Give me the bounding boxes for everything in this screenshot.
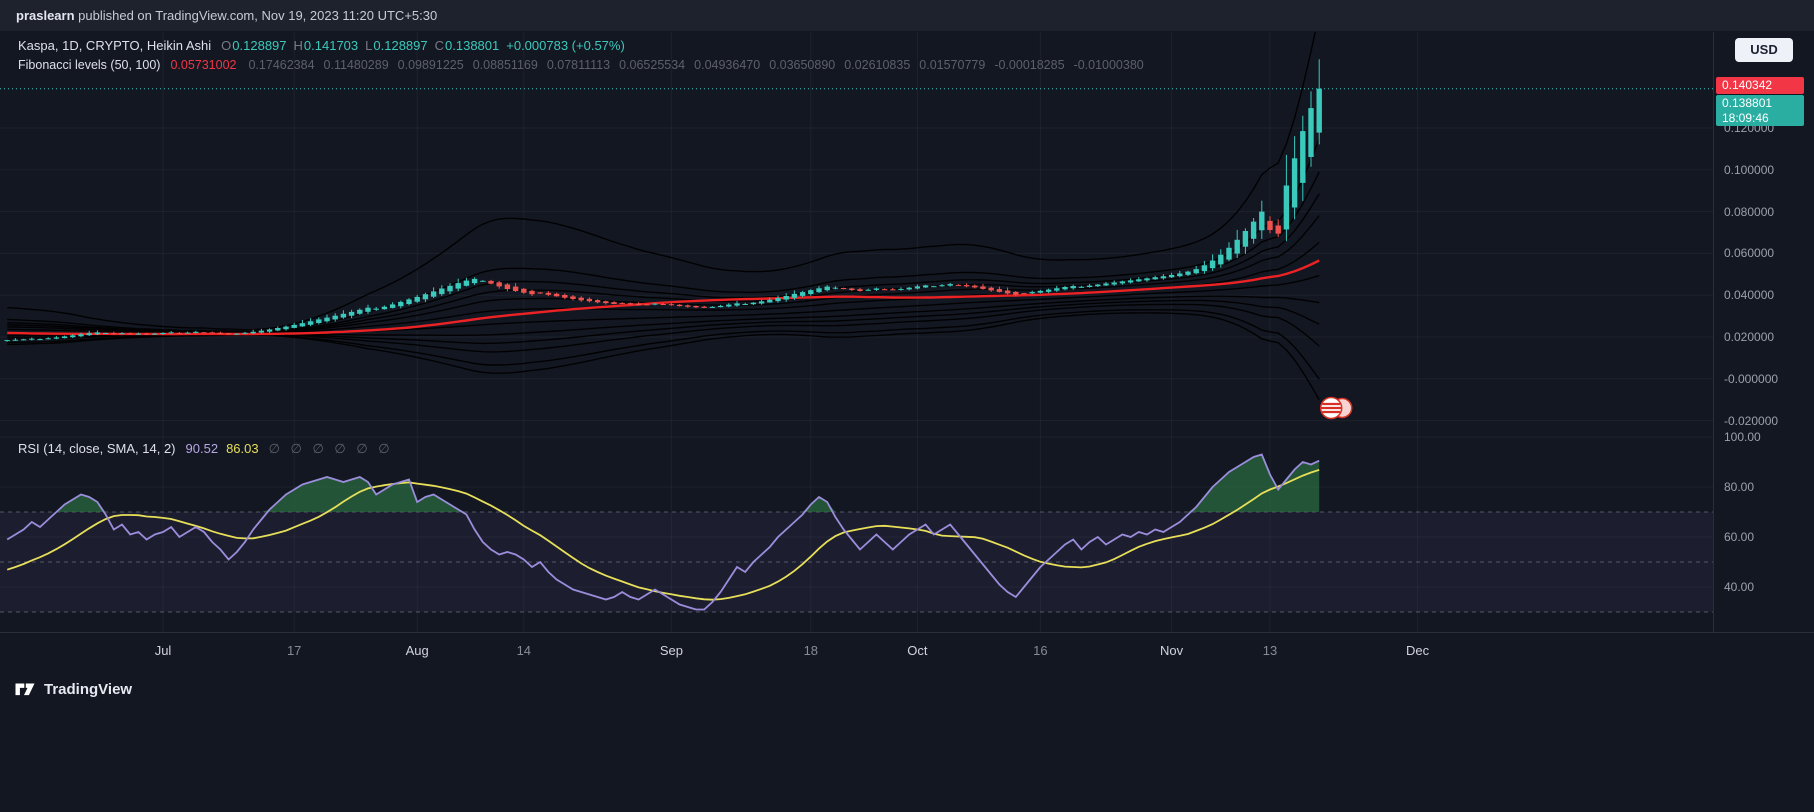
fibonacci-level-value: 0.17462384 — [248, 58, 314, 72]
ohlc-value: 0.128897 — [232, 38, 286, 53]
axis-label: 0.020000 — [1724, 330, 1774, 344]
fibonacci-legend: Fibonacci levels (50, 100) 0.05731002 0.17… — [18, 57, 1153, 72]
publish-bar-text: published on TradingView.com, Nov 19, 20… — [75, 8, 438, 23]
fibonacci-level-value: 0.02610835 — [844, 58, 910, 72]
publish-bar: praslearn published on TradingView.com, … — [0, 0, 1814, 32]
ohlc-value: 0.138801 — [445, 38, 499, 53]
fibonacci-level-value: 0.01570779 — [919, 58, 985, 72]
fibonacci-level-values: 0.17462384 0.11480289 0.09891225 0.08851169… — [248, 57, 1152, 72]
ohlc-label: C — [435, 38, 444, 53]
fibonacci-level-value: -0.00018285 — [994, 58, 1064, 72]
symbol-title[interactable]: Kaspa, 1D, CRYPTO, Heikin Ashi — [18, 38, 211, 53]
price-axis[interactable]: USD 0.1200000.1000000.0800000.0600000.04… — [1713, 32, 1814, 666]
time-axis[interactable]: Jul 17 Aug 14 Sep 18 Oct 16 Nov 13 Dec — [0, 632, 1814, 666]
fibonacci-level-value: 0.09891225 — [398, 58, 464, 72]
time-axis-month-label: Jul — [155, 643, 172, 658]
axis-label: 100.00 — [1724, 430, 1761, 444]
time-axis-day-label: 17 — [287, 643, 301, 658]
ohlc-label: H — [294, 38, 303, 53]
axis-label: 0.080000 — [1724, 205, 1774, 219]
bar-close-countdown: 18:09:46 — [1722, 111, 1798, 126]
fibonacci-level-value: 0.03650890 — [769, 58, 835, 72]
fibonacci-indicator-title[interactable]: Fibonacci levels (50, 100) — [18, 58, 160, 72]
ohlc-label: L — [365, 38, 372, 53]
chart-canvas[interactable] — [0, 0, 1713, 666]
fibonacci-level-value: -0.01000380 — [1074, 58, 1144, 72]
fibonacci-level-value: 0.08851169 — [473, 58, 538, 72]
publisher-username[interactable]: praslearn — [16, 8, 75, 23]
axis-label: 60.00 — [1724, 530, 1754, 544]
axis-label: -0.000000 — [1724, 372, 1778, 386]
axis-label: 0.060000 — [1724, 246, 1774, 260]
rsi-empty-values: ∅ ∅ ∅ ∅ ∅ ∅ — [269, 441, 390, 456]
axis-label: -0.020000 — [1724, 414, 1778, 428]
fibonacci-primary-value: 0.05731002 — [170, 58, 236, 72]
tradingview-brand[interactable]: TradingView — [14, 678, 132, 700]
tradingview-logo-icon — [14, 678, 36, 700]
price-change: +0.000783 (+0.57%) — [506, 38, 625, 53]
time-axis-month-label: Aug — [406, 643, 429, 658]
symbol-legend: Kaspa, 1D, CRYPTO, Heikin AshiO0.128897H… — [18, 38, 632, 53]
footer: TradingView — [0, 666, 1814, 812]
time-axis-month-label: Oct — [907, 643, 927, 658]
axis-label: 80.00 — [1724, 480, 1754, 494]
time-axis-day-label: 13 — [1263, 643, 1277, 658]
brand-text: TradingView — [44, 681, 132, 698]
rsi-overbought-fill — [7, 455, 1319, 513]
high-price-badge: 0.140342 — [1716, 77, 1804, 94]
fibonacci-level-value: 0.04936470 — [694, 58, 760, 72]
ohlc-label: O — [221, 38, 231, 53]
fibonacci-level-value: 0.07811113 — [547, 58, 610, 72]
indicator-watermark-icon — [1321, 398, 1352, 419]
last-price-value: 0.138801 — [1722, 96, 1798, 111]
time-axis-month-label: Dec — [1406, 643, 1429, 658]
time-axis-month-label: Nov — [1160, 643, 1183, 658]
ohlc-values: O0.128897H0.141703L0.128897C0.138801 — [221, 38, 506, 53]
time-axis-month-label: Sep — [660, 643, 683, 658]
rsi-value: 90.52 — [186, 441, 219, 456]
last-price-badge: 0.138801 18:09:46 — [1716, 95, 1804, 126]
rsi-legend: RSI (14, close, SMA, 14, 2) 90.52 86.03 ∅ ∅… — [18, 441, 390, 457]
axis-label: 0.040000 — [1724, 288, 1774, 302]
axis-label: 0.100000 — [1724, 163, 1774, 177]
fibonacci-level-value: 0.11480289 — [324, 58, 389, 72]
axis-label: 40.00 — [1724, 580, 1754, 594]
ma50-line — [7, 261, 1319, 335]
time-axis-day-label: 14 — [517, 643, 531, 658]
rsi-indicator-title[interactable]: RSI (14, close, SMA, 14, 2) — [18, 441, 176, 456]
time-axis-day-label: 16 — [1033, 643, 1047, 658]
ohlc-value: 0.128897 — [373, 38, 427, 53]
currency-toggle-button[interactable]: USD — [1735, 38, 1793, 62]
ohlc-value: 0.141703 — [304, 38, 358, 53]
rsi-ma-value: 86.03 — [226, 441, 259, 456]
time-axis-day-label: 18 — [804, 643, 818, 658]
fibonacci-level-value: 0.06525534 — [619, 58, 685, 72]
